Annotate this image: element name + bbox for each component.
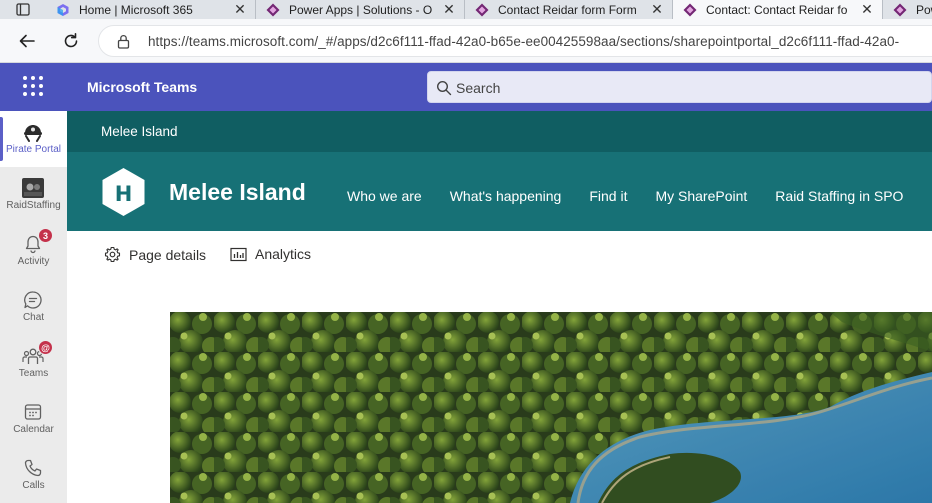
tab-title: Contact Reidar form Form	[498, 2, 637, 17]
browser-tab-1[interactable]: Power Apps | Solutions - O ✕	[256, 0, 465, 19]
nav-find-it[interactable]: Find it	[589, 188, 627, 204]
rail-item-teams[interactable]: @ Teams	[0, 335, 67, 391]
tab-title: Pow	[916, 2, 932, 17]
microsoft-365-icon	[57, 3, 69, 16]
rail-item-activity[interactable]: 3 Activity	[0, 223, 67, 279]
activity-badge: 3	[38, 228, 53, 243]
rail-item-label: Activity	[17, 256, 50, 267]
chat-icon	[22, 289, 44, 311]
nav-whats-happening[interactable]: What's happening	[450, 188, 562, 204]
tab-title: Home | Microsoft 365	[79, 2, 193, 17]
power-apps-icon	[683, 3, 697, 16]
arrow-left-icon	[19, 34, 35, 48]
rail-item-pirate-portal[interactable]: Pirate Portal	[0, 111, 67, 167]
analytics-label: Analytics	[255, 246, 312, 262]
app-name: Microsoft Teams	[87, 79, 198, 95]
browser-tab-strip: Home | Microsoft 365 ✕ Power Apps | Solu…	[0, 0, 932, 19]
close-icon[interactable]: ✕	[442, 1, 456, 17]
tab-actions-button[interactable]	[0, 0, 46, 19]
power-apps-icon	[475, 3, 489, 16]
search-box[interactable]	[427, 71, 932, 103]
window-icon	[16, 3, 30, 16]
browser-tab-2[interactable]: Contact Reidar form Form ✕	[465, 0, 673, 19]
browser-tab-3[interactable]: Contact: Contact Reidar fo ✕	[673, 0, 883, 19]
rail-item-label: RaidStaffing	[6, 200, 61, 211]
rail-item-label: Pirate Portal	[5, 144, 62, 155]
tab-title: Power Apps | Solutions - O	[289, 2, 433, 17]
site-suite-bar: Melee Island	[67, 111, 932, 152]
power-apps-icon	[893, 3, 907, 16]
hero-image-graphic	[170, 312, 932, 503]
teams-badge: @	[38, 340, 53, 355]
refresh-button[interactable]	[61, 31, 81, 51]
rail-item-chat[interactable]: Chat	[0, 279, 67, 335]
nav-raid-staffing-in-spo[interactable]: Raid Staffing in SPO	[775, 188, 903, 204]
rail-item-calls[interactable]: Calls	[0, 447, 67, 503]
tab-title: Contact: Contact Reidar fo	[706, 2, 848, 17]
calendar-icon	[22, 401, 44, 423]
close-icon[interactable]: ✕	[233, 1, 247, 17]
browser-tab-0[interactable]: Home | Microsoft 365 ✕	[46, 0, 256, 19]
site-title[interactable]: Melee Island	[169, 179, 306, 206]
pirate-portal-icon	[22, 121, 44, 143]
nav-my-sharepoint[interactable]: My SharePoint	[655, 188, 747, 204]
close-icon[interactable]: ✕	[650, 1, 664, 17]
rail-item-label: Chat	[22, 312, 45, 323]
address-bar: https://teams.microsoft.com/_#/apps/d2c6…	[0, 19, 932, 63]
site-logo[interactable]: H	[101, 167, 146, 217]
rail-item-label: Calls	[22, 480, 45, 491]
teams-header: Microsoft Teams	[0, 63, 932, 111]
phone-icon	[22, 457, 44, 479]
rail-item-label: Teams	[18, 368, 49, 379]
gear-icon	[104, 246, 121, 263]
power-apps-icon	[266, 3, 280, 16]
page-details-label: Page details	[129, 246, 207, 263]
search-icon	[436, 80, 452, 96]
site-breadcrumb[interactable]: Melee Island	[101, 124, 178, 139]
back-button[interactable]	[17, 31, 37, 51]
site-header: H Melee Island Who we are What's happeni…	[67, 152, 932, 231]
site-navigation: Who we are What's happening Find it My S…	[347, 188, 931, 204]
app-launcher-icon[interactable]	[23, 76, 43, 96]
rail-item-label: Calendar	[13, 424, 54, 435]
url-text: https://teams.microsoft.com/_#/apps/d2c6…	[148, 34, 900, 49]
close-icon[interactable]: ✕	[860, 1, 874, 17]
analytics-icon	[230, 247, 247, 261]
refresh-icon	[64, 33, 78, 48]
site-logo-letter: H	[115, 182, 133, 206]
page-command-bar: Page details Analytics	[67, 231, 932, 279]
nav-who-we-are[interactable]: Who we are	[347, 188, 422, 204]
url-field[interactable]: https://teams.microsoft.com/_#/apps/d2c6…	[98, 25, 932, 57]
hero-image	[170, 312, 932, 503]
page-details-button[interactable]: Page details	[104, 246, 206, 263]
lock-icon[interactable]	[117, 34, 130, 49]
rail-item-raidstaffing[interactable]: RaidStaffing	[0, 167, 67, 223]
browser-tab-4[interactable]: Pow	[883, 0, 932, 19]
rail-item-calendar[interactable]: Calendar	[0, 391, 67, 447]
search-input[interactable]	[456, 78, 856, 98]
analytics-button[interactable]: Analytics	[230, 246, 311, 262]
app-rail: Pirate Portal RaidStaffing 3 Activity Ch…	[0, 111, 67, 503]
raidstaffing-icon	[22, 177, 44, 199]
